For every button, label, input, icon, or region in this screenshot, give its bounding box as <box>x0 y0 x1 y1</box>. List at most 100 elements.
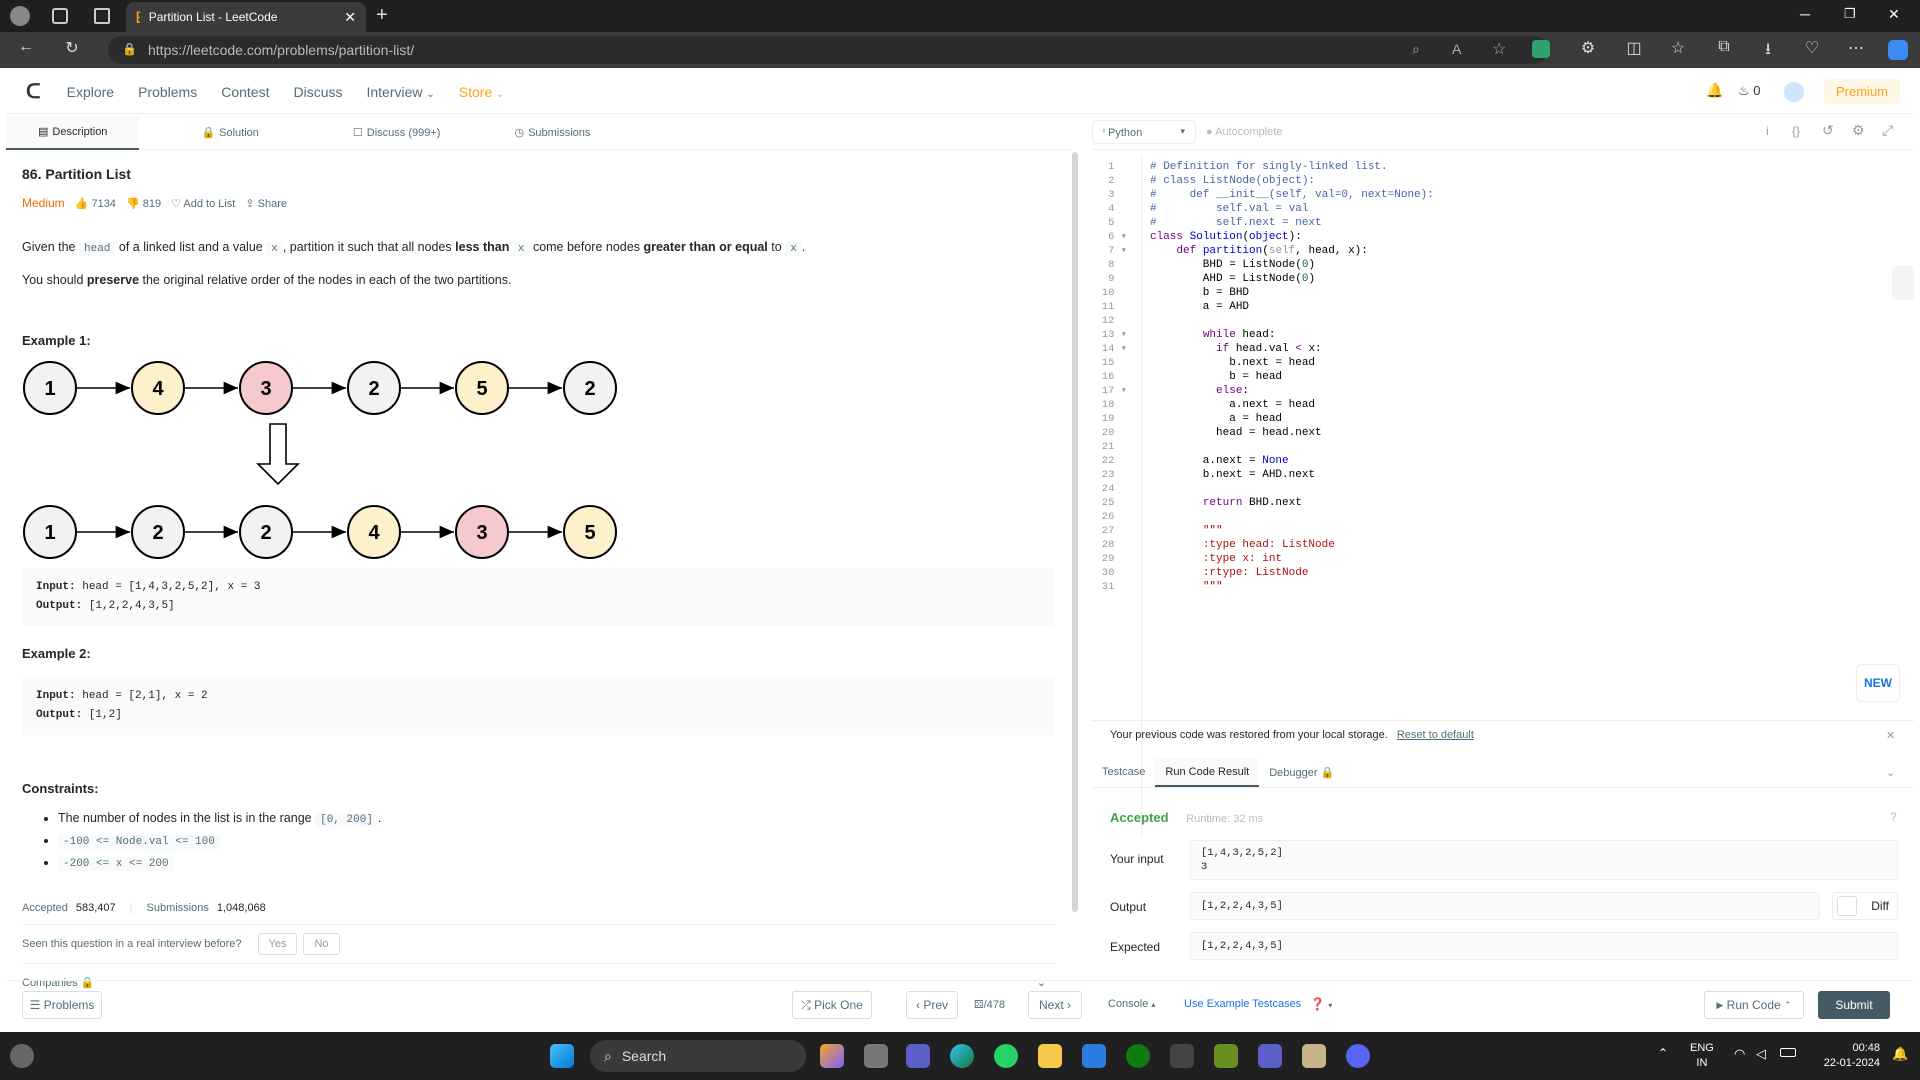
file-explorer-icon[interactable] <box>1038 1044 1062 1068</box>
share-button[interactable]: ⇪ Share <box>245 197 287 210</box>
collapse-icon[interactable]: ⌄ <box>1886 766 1895 779</box>
favorites-icon[interactable]: ☆ <box>1666 38 1690 58</box>
tab-discuss[interactable]: ☐ Discuss (999+) <box>321 116 473 150</box>
language-label: Python <box>1108 127 1143 139</box>
windows-start-icon[interactable] <box>550 1044 574 1068</box>
reset-to-default-link[interactable]: Reset to default <box>1397 729 1474 741</box>
extension-icon[interactable] <box>1532 40 1550 58</box>
close-window-icon[interactable]: ✕ <box>1888 6 1900 23</box>
streak-counter[interactable]: ♨ 0 <box>1738 83 1761 99</box>
editor-side-tab[interactable] <box>1892 266 1914 300</box>
run-code-button[interactable]: ▶ Run Code ⌃ <box>1704 991 1804 1019</box>
next-button[interactable]: Next › <box>1028 991 1082 1019</box>
new-tab-icon[interactable]: + <box>376 4 388 27</box>
app-icon[interactable] <box>1170 1044 1194 1068</box>
nav-problems[interactable]: Problems <box>138 84 197 100</box>
console-toggle[interactable]: Console ▴ <box>1108 998 1155 1010</box>
whatsapp-icon[interactable] <box>994 1044 1018 1068</box>
use-example-testcases-link[interactable]: Use Example Testcases <box>1184 998 1301 1010</box>
nav-interview[interactable]: Interview ⌄ <box>366 84 434 100</box>
yes-button[interactable]: Yes No <box>257 933 340 955</box>
code-editor[interactable]: # Definition for singly-linked list. # c… <box>1150 160 1910 594</box>
tab-submissions[interactable]: ◷ Submissions <box>482 116 622 150</box>
workspaces-icon[interactable] <box>52 8 68 24</box>
wifi-icon[interactable]: ◠ <box>1734 1046 1745 1062</box>
taskbar-search[interactable]: ⌕ Search <box>590 1040 806 1072</box>
info-icon[interactable]: i <box>1766 124 1769 138</box>
refresh-icon[interactable]: ↻ <box>60 38 84 58</box>
app2-icon[interactable] <box>1302 1044 1326 1068</box>
back-icon[interactable]: ← <box>14 38 38 56</box>
prev-button[interactable]: ‹ Prev <box>906 991 958 1019</box>
extensions-icon[interactable]: ⚙ <box>1576 38 1600 58</box>
tab-testcase[interactable]: Testcase <box>1092 758 1155 787</box>
discord-icon[interactable] <box>1346 1044 1370 1068</box>
store-icon[interactable] <box>1082 1044 1106 1068</box>
like-button[interactable]: 👍 7134 <box>75 197 116 210</box>
show-hidden-icons[interactable]: ⌃ <box>1658 1046 1668 1060</box>
language-select[interactable]: ⁱ Python ▾ <box>1092 120 1196 144</box>
weather-icon[interactable] <box>10 1044 34 1068</box>
game-icon[interactable] <box>1214 1044 1238 1068</box>
pick-one-button[interactable]: ⤮ Pick One <box>792 991 872 1019</box>
teams-icon[interactable] <box>1258 1044 1282 1068</box>
clock[interactable]: 00:48 22-01-2024 <box>1810 1041 1880 1071</box>
more-icon[interactable]: ⋯ <box>1844 38 1868 58</box>
downloads-icon[interactable]: ⭳ <box>1756 38 1780 65</box>
tab-debugger[interactable]: Debugger 🔒 <box>1259 758 1344 787</box>
settings-icon[interactable]: ⚙ <box>1852 122 1865 139</box>
language-indicator[interactable]: ENG IN <box>1690 1041 1714 1071</box>
add-to-list-button[interactable]: ♡ Add to List <box>171 197 235 210</box>
task-view-icon[interactable] <box>864 1044 888 1068</box>
split-screen-icon[interactable]: ◫ <box>1622 38 1646 58</box>
avatar[interactable] <box>1784 82 1804 102</box>
nav-explore[interactable]: Explore <box>67 84 114 100</box>
vertical-tabs-icon[interactable] <box>94 8 110 24</box>
help-icon[interactable]: ? <box>1890 810 1897 824</box>
performance-icon[interactable]: ♡ <box>1800 38 1824 58</box>
no-button[interactable]: No <box>303 933 340 955</box>
zoom-icon[interactable]: ⌕ <box>1412 41 1420 58</box>
nav-discuss[interactable]: Discuss <box>293 84 342 100</box>
braces-icon[interactable]: {} <box>1792 124 1800 138</box>
diff-toggle[interactable]: Diff <box>1832 892 1898 920</box>
read-aloud-icon[interactable]: A <box>1452 41 1461 57</box>
notification-bell-icon[interactable]: 🔔 <box>1706 82 1723 99</box>
tab-run-code-result[interactable]: Run Code Result <box>1155 758 1260 787</box>
submit-button[interactable]: Submit <box>1818 991 1890 1019</box>
favorite-icon[interactable]: ☆ <box>1492 39 1506 59</box>
page-indicator[interactable]: ⚄/478 <box>974 998 1005 1011</box>
tab-description[interactable]: ▤ Description <box>6 115 140 150</box>
tab-solution[interactable]: 🔒 Solution <box>169 116 290 150</box>
yes-button-label[interactable]: Yes <box>257 933 298 955</box>
close-tab-icon[interactable]: ✕ <box>344 9 356 26</box>
close-icon[interactable]: ✕ <box>1886 729 1895 742</box>
profile-icon[interactable] <box>10 6 30 26</box>
nav-contest[interactable]: Contest <box>221 84 269 100</box>
restore-icon[interactable]: ❐ <box>1844 6 1856 22</box>
volume-icon[interactable]: ◁ <box>1756 1046 1766 1062</box>
help-dropdown[interactable]: ❓ ▾ <box>1310 997 1332 1011</box>
copilot-icon[interactable] <box>1888 40 1908 60</box>
edge-icon[interactable] <box>950 1044 974 1068</box>
lock-icon[interactable]: 🔒 <box>122 42 137 56</box>
description-scrollbar[interactable] <box>1072 152 1078 912</box>
new-badge[interactable]: NEW <box>1856 664 1900 702</box>
collections-icon[interactable]: ⧉ <box>1712 38 1736 56</box>
browser-tab[interactable]: ⁅ Partition List - LeetCode ✕ <box>126 2 366 32</box>
dislike-button[interactable]: 👎 819 <box>126 197 161 210</box>
copilot-app-icon[interactable] <box>820 1044 844 1068</box>
minimize-icon[interactable]: ─ <box>1800 6 1810 22</box>
meet-icon[interactable] <box>906 1044 930 1068</box>
fullscreen-icon[interactable]: ⤢ <box>1882 122 1893 139</box>
battery-icon[interactable] <box>1780 1048 1796 1057</box>
xbox-icon[interactable] <box>1126 1044 1150 1068</box>
nav-store[interactable]: Store ⌄ <box>459 84 505 100</box>
reset-icon[interactable]: ↺ <box>1822 122 1834 139</box>
problems-button[interactable]: ☰ Problems <box>22 991 102 1019</box>
premium-button[interactable]: Premium <box>1824 79 1901 104</box>
address-bar[interactable]: 🔒 https://leetcode.com/problems/partitio… <box>108 36 1548 64</box>
notification-icon[interactable]: 🔔 <box>1892 1046 1908 1062</box>
leetcode-logo[interactable]: ᑕ <box>26 79 41 104</box>
autocomplete-toggle[interactable]: ● Autocomplete <box>1206 126 1282 138</box>
